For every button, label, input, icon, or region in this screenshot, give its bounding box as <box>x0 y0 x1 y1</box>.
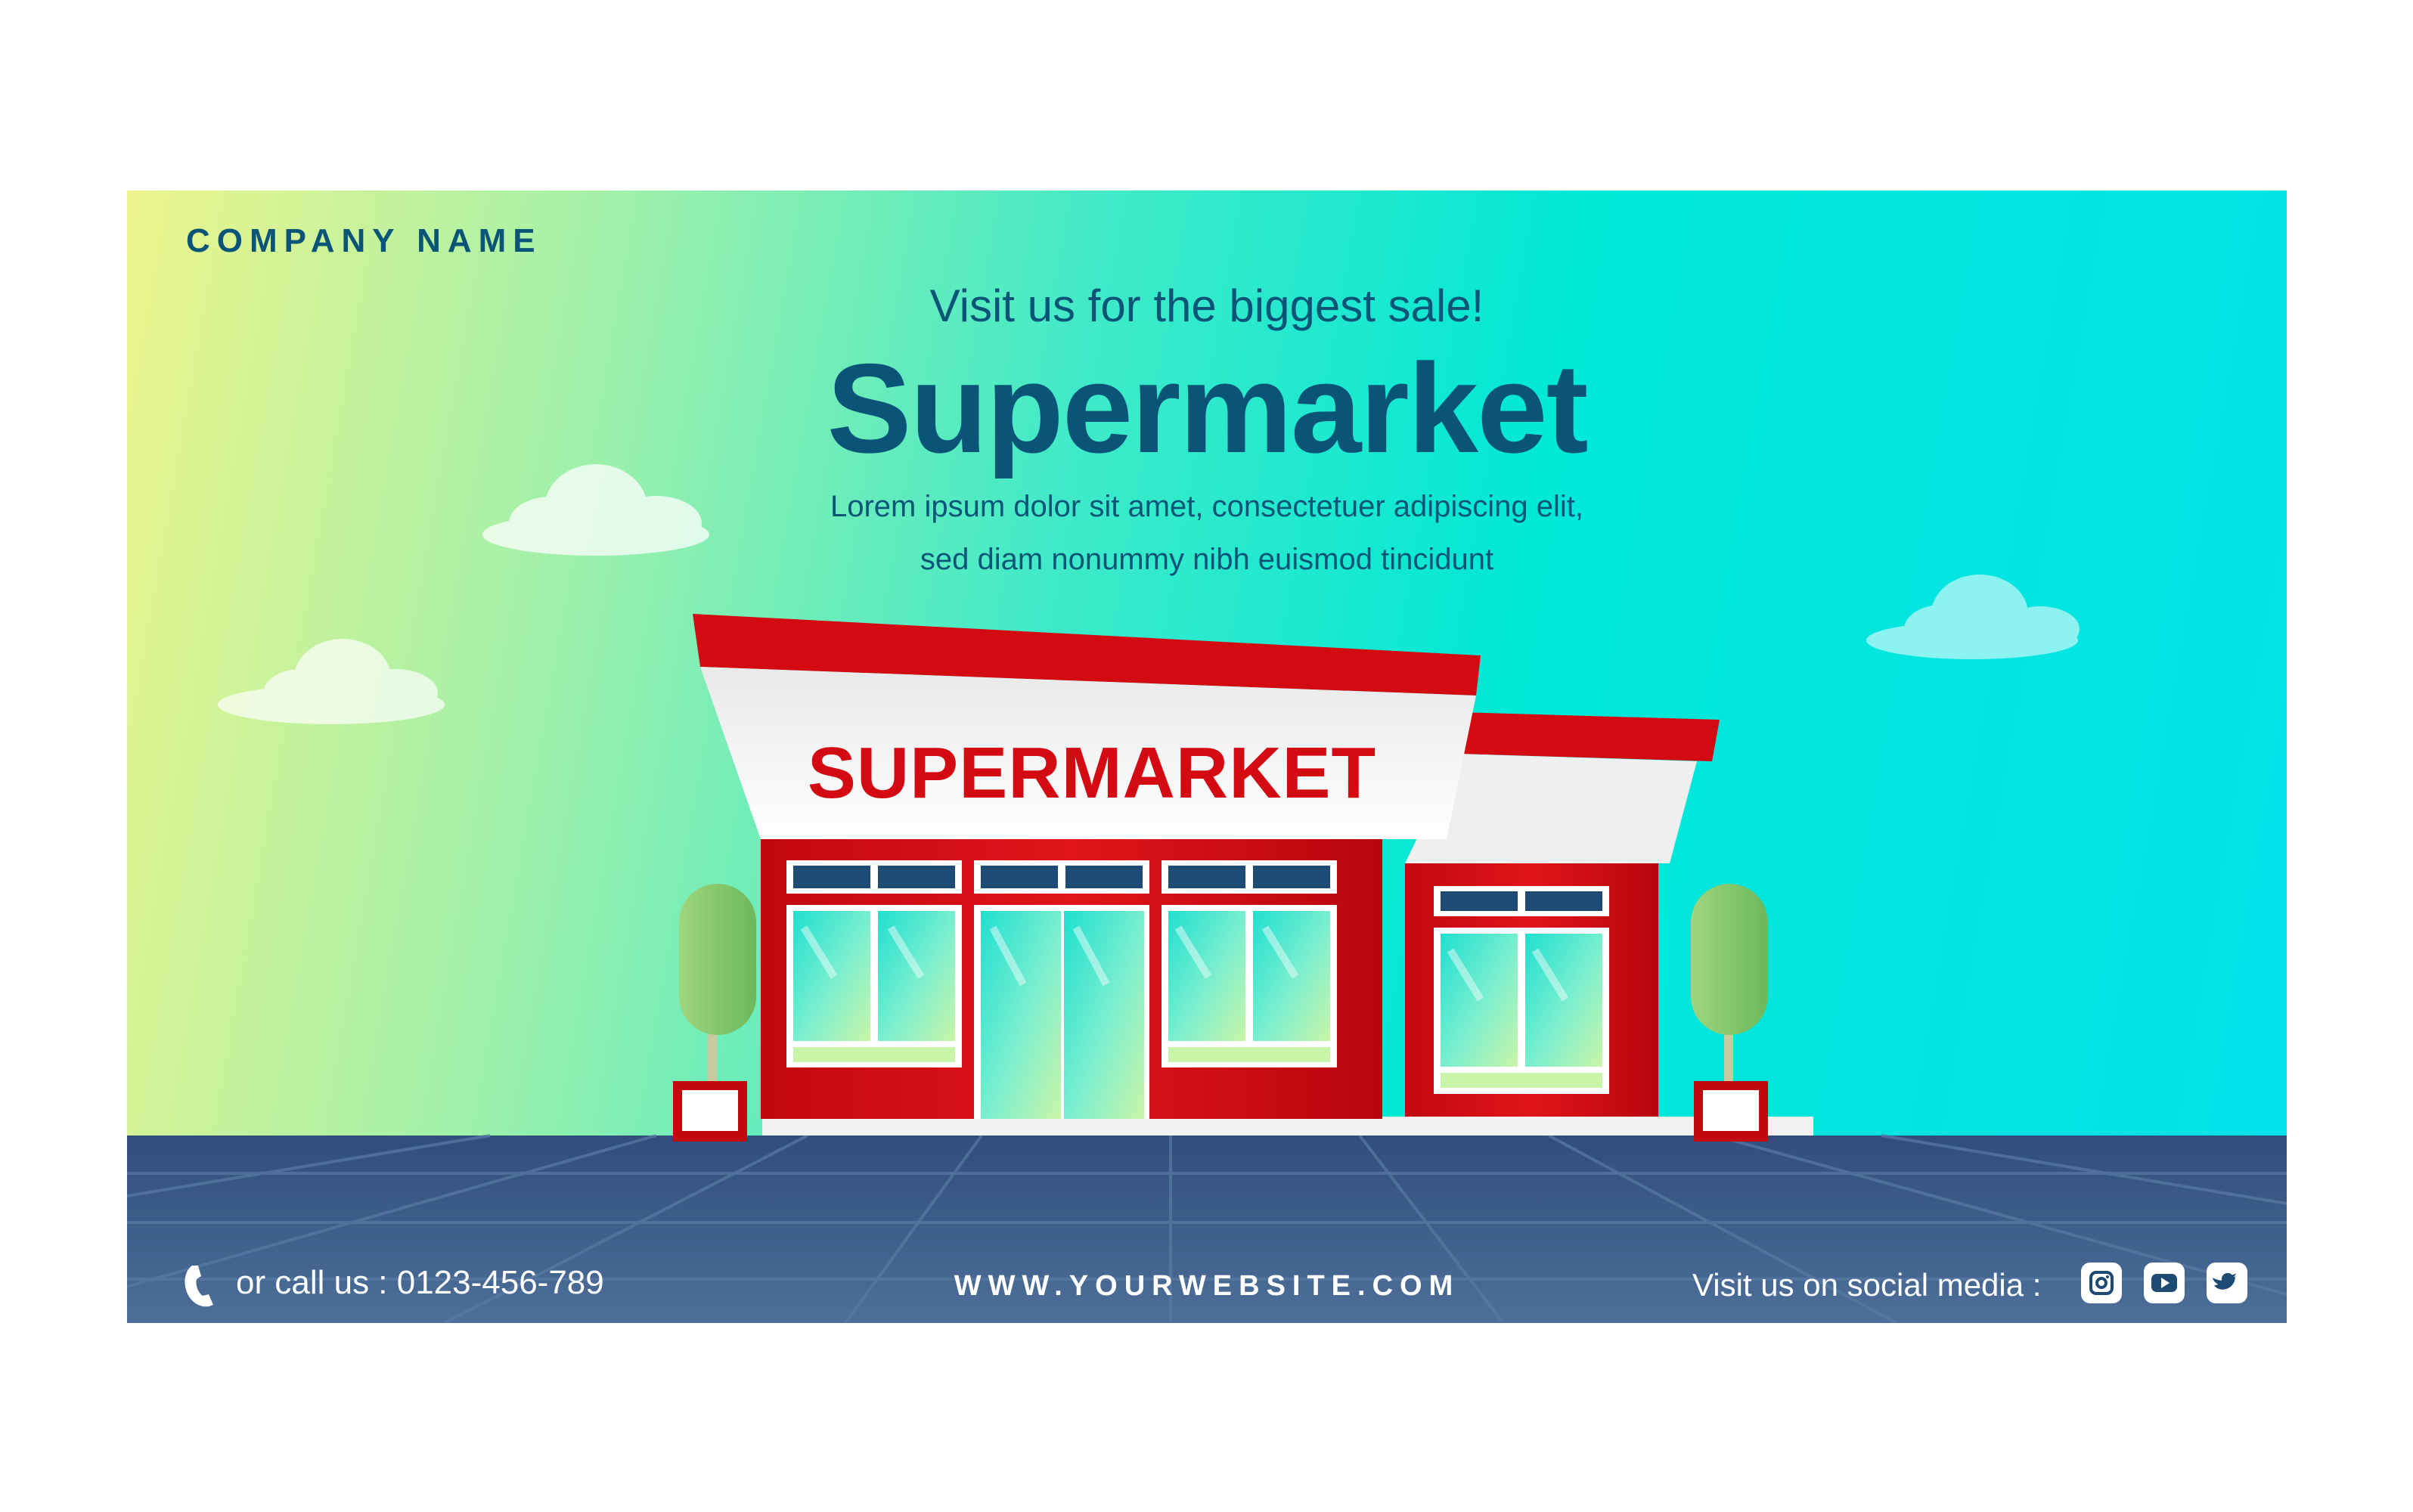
youtube-icon[interactable] <box>2144 1263 2185 1303</box>
store-sign-text: SUPERMARKET <box>808 733 1376 813</box>
headline: Supermarket <box>827 337 1588 479</box>
social-label: Visit us on social media : <box>1692 1267 2042 1303</box>
cloud-icon <box>218 639 445 724</box>
sidewalk-curb <box>762 1117 1813 1136</box>
description-line-1: Lorem ipsum dolor sit amet, consectetuer… <box>830 490 1583 523</box>
tree-right-icon <box>1691 884 1768 1142</box>
tagline: Visit us for the biggest sale! <box>929 280 1484 331</box>
promo-banner: SUPERMARKET COMPANY NAME Visit us for th… <box>127 191 2287 1323</box>
company-name: COMPANY NAME <box>186 222 542 259</box>
twitter-icon[interactable] <box>2207 1263 2247 1303</box>
cloud-icon <box>1866 575 2080 659</box>
instagram-icon[interactable] <box>2081 1263 2122 1303</box>
tree-left-icon <box>673 884 756 1142</box>
description-line-2: sed diam nonummy nibh euismod tincidunt <box>920 543 1494 576</box>
